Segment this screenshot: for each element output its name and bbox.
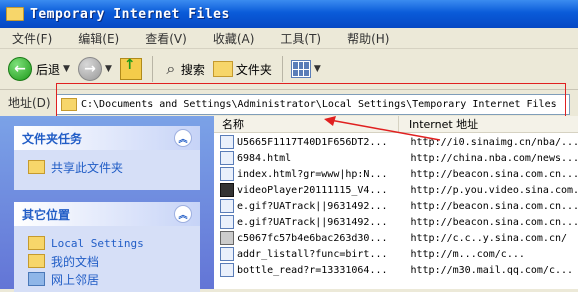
other-places-header[interactable]: 其它位置 ︽ <box>14 202 200 226</box>
search-icon: ⌕ <box>166 59 176 78</box>
file-name: addr_listall?func=birt... <box>237 248 388 260</box>
file-icon <box>220 263 234 277</box>
chevron-down-icon[interactable]: ▼ <box>314 64 321 74</box>
place-local-settings[interactable]: Local Settings <box>14 234 200 252</box>
file-name: index.html?gr=www|hp:N... <box>237 168 388 180</box>
file-name: e.gif?UATrack||9631492... <box>237 216 388 228</box>
search-label: 搜索 <box>180 62 205 77</box>
views-icon <box>290 60 311 78</box>
file-name: bottle_read?r=13331064... <box>237 264 388 276</box>
file-rows: U5665F1117T40D1F656DT2... http://i0.sinai… <box>214 134 578 278</box>
views-button[interactable]: ▼ <box>290 60 321 78</box>
menu-file[interactable]: 文件(F) <box>12 30 52 47</box>
file-icon <box>220 167 234 181</box>
network-icon <box>28 272 45 286</box>
toolbar: ← 后退 ▼ → ▼ ⌕ 搜索 文件夹 ▼ <box>0 49 578 90</box>
file-address: http://i0.sinaimg.cn/nba/... <box>410 136 578 148</box>
file-name: 6984.html <box>237 152 292 164</box>
menu-help[interactable]: 帮助(H) <box>347 30 389 47</box>
toolbar-separator <box>151 56 153 82</box>
file-name: c5067fc57b4e6bac263d30... <box>237 232 388 244</box>
file-row[interactable]: bottle_read?r=13331064... http://m30.mail… <box>214 262 578 278</box>
back-label: 后退 <box>36 62 61 77</box>
chevron-down-icon[interactable]: ▼ <box>63 64 70 74</box>
place-network[interactable]: 网上邻居 <box>14 270 200 288</box>
file-row[interactable]: c5067fc57b4e6bac263d30... http://c.c..y.s… <box>214 230 578 246</box>
file-icon <box>220 247 234 261</box>
file-row[interactable]: 6984.html http://china.nba.com/news... <box>214 150 578 166</box>
other-places-title: 其它位置 <box>22 207 71 222</box>
place-my-documents[interactable]: 我的文档 <box>14 252 200 270</box>
folder-icon <box>28 236 45 250</box>
file-name: U5665F1117T40D1F656DT2... <box>237 136 388 148</box>
title-bar: Temporary Internet Files <box>0 0 578 28</box>
address-path: C:\Documents and Settings\Administrator\… <box>81 99 557 110</box>
toolbar-separator <box>281 56 283 82</box>
folders-label: 文件夹 <box>235 62 272 77</box>
menu-tools[interactable]: 工具(T) <box>280 30 321 47</box>
file-address: http://china.nba.com/news... <box>410 152 578 164</box>
search-button[interactable]: ⌕ 搜索 <box>161 59 205 79</box>
folder-tasks-title: 文件夹任务 <box>22 131 83 146</box>
back-arrow-icon: ← <box>8 57 32 81</box>
folder-tasks-header[interactable]: 文件夹任务 ︽ <box>14 126 200 150</box>
window-title: Temporary Internet Files <box>30 6 230 22</box>
place-label: 网上邻居 <box>51 272 100 287</box>
file-address: http://m...com/c... <box>410 248 525 260</box>
file-address: http://m30.mail.qq.com/c... <box>410 264 574 276</box>
collapse-icon[interactable]: ︽ <box>174 205 192 223</box>
up-folder-button[interactable] <box>119 57 142 80</box>
file-row[interactable]: addr_listall?func=birt... http://m...com/… <box>214 246 578 262</box>
file-address: http://beacon.sina.com.cn... <box>410 216 578 228</box>
up-folder-icon <box>119 57 142 80</box>
folder-icon <box>6 7 24 21</box>
share-folder-link[interactable]: 共享此文件夹 <box>14 158 200 176</box>
forward-button[interactable]: → ▼ <box>77 57 112 81</box>
back-button[interactable]: ← 后退 ▼ <box>8 57 70 81</box>
column-header: 名称 Internet 地址 <box>214 116 578 133</box>
file-address: http://beacon.sina.com.cn... <box>410 200 578 212</box>
folder-tasks-panel: 文件夹任务 ︽ 共享此文件夹 <box>14 126 200 190</box>
file-icon <box>220 199 234 213</box>
share-folder-icon <box>28 160 45 174</box>
file-name: videoPlayer20111115_V4... <box>237 184 388 196</box>
file-row[interactable]: e.gif?UATrack||9631492... http://beacon.s… <box>214 198 578 214</box>
column-internet-address[interactable]: Internet 地址 <box>399 116 478 132</box>
column-name[interactable]: 名称 <box>214 116 399 132</box>
other-places-panel: 其它位置 ︽ Local Settings 我的文档 网上邻居 <box>14 202 200 292</box>
place-label: Local Settings <box>51 236 144 250</box>
image-file-icon <box>220 231 234 245</box>
task-pane: 文件夹任务 ︽ 共享此文件夹 其它位置 ︽ Local Settings 我的文… <box>0 116 214 292</box>
place-label: 我的文档 <box>51 254 100 269</box>
file-icon <box>220 135 234 149</box>
file-address: http://beacon.sina.com.cn... <box>410 168 578 180</box>
file-row[interactable]: e.gif?UATrack||9631492... http://beacon.s… <box>214 214 578 230</box>
file-address: http://c.c..y.sina.com.cn/ <box>410 232 568 244</box>
address-label: 地址(D) <box>8 95 51 110</box>
folder-icon <box>61 98 77 111</box>
forward-arrow-icon: → <box>77 57 102 81</box>
folders-button[interactable]: 文件夹 <box>212 61 272 78</box>
swf-file-icon <box>220 183 234 197</box>
my-documents-icon <box>28 254 45 268</box>
folders-icon <box>212 61 233 77</box>
file-row[interactable]: U5665F1117T40D1F656DT2... http://i0.sinai… <box>214 134 578 150</box>
menu-view[interactable]: 查看(V) <box>145 30 187 47</box>
menu-favorites[interactable]: 收藏(A) <box>213 30 255 47</box>
file-row[interactable]: videoPlayer20111115_V4... http://p.you.vi… <box>214 182 578 198</box>
file-row[interactable]: index.html?gr=www|hp:N... http://beacon.s… <box>214 166 578 182</box>
file-icon <box>220 215 234 229</box>
address-input[interactable]: C:\Documents and Settings\Administrator\… <box>56 94 570 115</box>
file-icon <box>220 151 234 165</box>
share-folder-label: 共享此文件夹 <box>51 160 124 175</box>
file-address: http://p.you.video.sina.com... <box>410 184 578 196</box>
menu-edit[interactable]: 编辑(E) <box>78 30 119 47</box>
file-list: 名称 Internet 地址 U5665F1117T40D1F656DT2...… <box>214 116 578 289</box>
chevron-down-icon[interactable]: ▼ <box>105 64 112 74</box>
menu-bar: 文件(F) 编辑(E) 查看(V) 收藏(A) 工具(T) 帮助(H) <box>0 28 578 49</box>
collapse-icon[interactable]: ︽ <box>174 129 192 147</box>
file-name: e.gif?UATrack||9631492... <box>237 200 388 212</box>
